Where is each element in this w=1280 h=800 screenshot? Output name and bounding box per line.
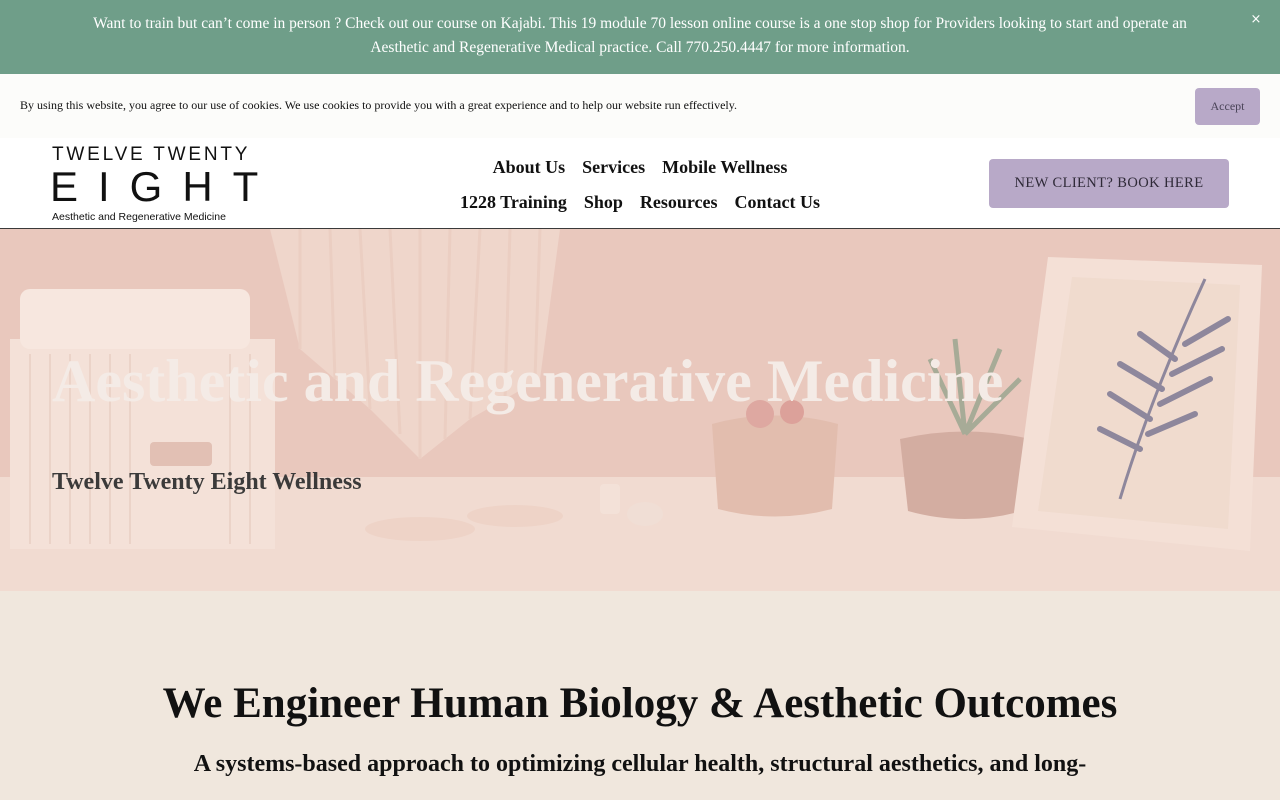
- announcement-text: Want to train but can’t come in person ?…: [93, 15, 1187, 56]
- intro-section: We Engineer Human Biology & Aesthetic Ou…: [0, 591, 1280, 800]
- hero-subtitle: Twelve Twenty Eight Wellness: [52, 469, 362, 495]
- section-subtitle: A systems-based approach to optimizing c…: [193, 751, 1087, 777]
- logo-line-2: EIGHT: [50, 163, 279, 210]
- nav-shop[interactable]: Shop: [584, 191, 623, 213]
- announcement-bar: Want to train but can’t come in person ?…: [0, 0, 1280, 74]
- cookie-text: By using this website, you agree to our …: [20, 98, 737, 112]
- nav-mobile-wellness[interactable]: Mobile Wellness: [662, 156, 787, 178]
- nav-contact-us[interactable]: Contact Us: [735, 191, 821, 213]
- nav-resources[interactable]: Resources: [640, 191, 718, 213]
- site-header: TWELVE TWENTY EIGHT Aesthetic and Regene…: [0, 138, 1280, 229]
- nav-services[interactable]: Services: [582, 156, 645, 178]
- hero-banner: Aesthetic and Regenerative Medicine Twel…: [0, 229, 1280, 591]
- hero-title: Aesthetic and Regenerative Medicine: [52, 348, 1004, 414]
- close-icon[interactable]: ×: [1248, 12, 1264, 28]
- nav-about-us[interactable]: About Us: [493, 156, 566, 178]
- main-nav: About Us Services Mobile Wellness 1228 T…: [430, 150, 850, 222]
- nav-1228-training[interactable]: 1228 Training: [460, 191, 567, 213]
- section-title: We Engineer Human Biology & Aesthetic Ou…: [162, 680, 1118, 727]
- site-logo[interactable]: TWELVE TWENTY EIGHT Aesthetic and Regene…: [50, 144, 264, 224]
- accept-cookies-button[interactable]: Accept: [1195, 88, 1260, 125]
- logo-tagline: Aesthetic and Regenerative Medicine: [52, 211, 226, 223]
- cookie-banner: By using this website, you agree to our …: [0, 74, 1280, 138]
- book-new-client-button[interactable]: NEW CLIENT? BOOK HERE: [989, 159, 1229, 208]
